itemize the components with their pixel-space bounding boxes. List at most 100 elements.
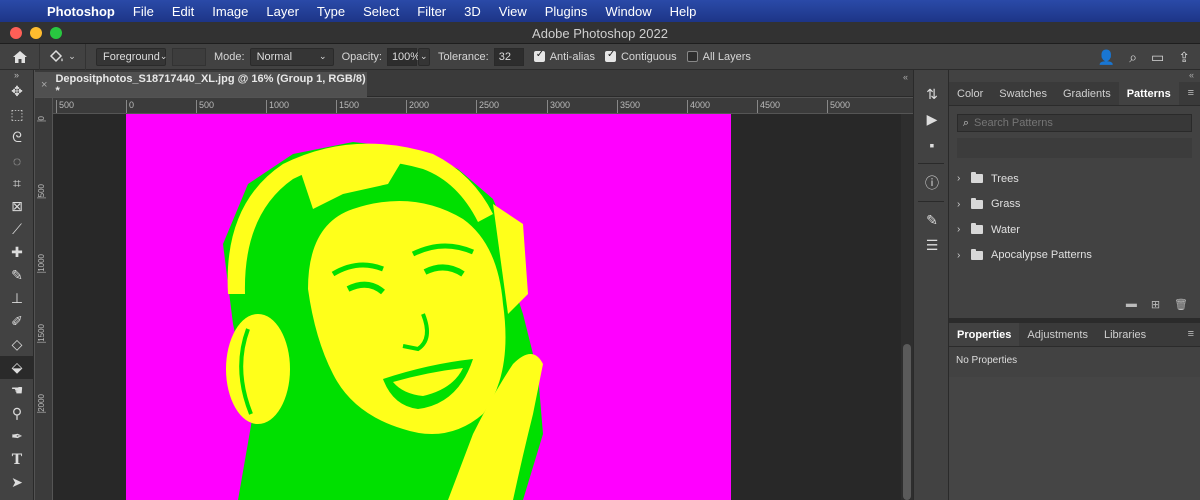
menu-layer[interactable]: Layer — [257, 4, 308, 19]
tab-gradients[interactable]: Gradients — [1055, 82, 1119, 105]
collapse-dock-icon[interactable]: « — [949, 70, 1200, 82]
brush-tool-icon[interactable]: ✎ — [0, 264, 34, 287]
ruler-h-tick: 0 — [126, 100, 134, 113]
close-tab-icon[interactable]: × — [41, 79, 47, 91]
fill-source-value: Foreground — [103, 50, 160, 63]
contiguous-checkbox[interactable] — [604, 49, 616, 62]
menu-file[interactable]: File — [124, 4, 163, 19]
libraries-panel-icon[interactable]: ▪ — [914, 132, 950, 157]
vertical-ruler[interactable]: 0 500 1000 1500 2000 — [35, 98, 53, 500]
trash-icon[interactable]: 🗑 — [1174, 298, 1188, 311]
tolerance-input[interactable]: 32 — [493, 47, 524, 66]
tab-properties[interactable]: Properties — [949, 323, 1020, 346]
menu-plugins[interactable]: Plugins — [536, 4, 597, 19]
pattern-search: ⌕ — [957, 114, 1192, 132]
all-layers-checkbox[interactable] — [686, 51, 698, 62]
list-item[interactable]: › Trees — [949, 166, 1200, 192]
menu-type[interactable]: Type — [308, 4, 354, 19]
history-panel-icon[interactable]: ⇅ — [914, 82, 950, 107]
eyedropper-tool-icon[interactable]: ⟋ — [0, 218, 34, 241]
adjustments-sliders-icon[interactable]: ☰ — [914, 233, 950, 258]
chevron-down-icon: ⌄ — [419, 51, 428, 61]
list-item[interactable]: › Water — [949, 217, 1200, 243]
tab-patterns[interactable]: Patterns — [1118, 82, 1179, 105]
crop-tool-icon[interactable]: ⌗ — [0, 172, 34, 195]
menu-edit[interactable]: Edit — [163, 4, 203, 19]
vertical-scrollbar[interactable] — [901, 114, 913, 500]
brush-settings-icon[interactable]: ✎ — [914, 208, 950, 233]
path-select-tool-icon[interactable]: ➤ — [0, 471, 34, 494]
tab-swatches[interactable]: Swatches — [991, 82, 1055, 105]
ruler-h-tick: 1000 — [266, 100, 289, 113]
folder-icon — [971, 172, 983, 184]
paint-bucket-tool-icon[interactable]: ⬙ — [0, 356, 34, 379]
smudge-tool-icon[interactable]: ☚ — [0, 379, 34, 402]
share-user-icon[interactable]: 👤 — [1098, 49, 1115, 66]
healing-brush-tool-icon[interactable]: ✚ — [0, 241, 34, 264]
menu-window[interactable]: Window — [596, 4, 660, 19]
history-brush-tool-icon[interactable]: ✐ — [0, 310, 34, 333]
panel-menu-icon[interactable]: ≡ — [1188, 87, 1194, 99]
chevron-right-icon[interactable]: › — [957, 199, 967, 210]
home-button[interactable] — [0, 43, 40, 70]
tolerance-label: Tolerance: — [437, 50, 489, 63]
menu-image[interactable]: Image — [203, 4, 257, 19]
frame-tool-icon[interactable]: ⊠ — [0, 195, 34, 218]
mode-select[interactable]: Normal ⌄ — [249, 47, 334, 66]
new-pattern-icon[interactable]: ⊞ — [1151, 298, 1160, 311]
dodge-tool-icon[interactable]: ⚲ — [0, 402, 34, 425]
tab-color[interactable]: Color — [949, 82, 991, 105]
opacity-input[interactable]: 100% — [386, 47, 420, 66]
properties-panel-tabs: Properties Adjustments Libraries ≡ — [949, 323, 1200, 347]
panel-menu-icon[interactable]: ≡ — [1188, 328, 1194, 340]
folder-icon — [971, 248, 983, 260]
pattern-swatch[interactable] — [172, 47, 206, 66]
folder-icon — [971, 223, 983, 235]
clone-stamp-tool-icon[interactable]: ⊥ — [0, 287, 34, 310]
list-item[interactable]: › Grass — [949, 192, 1200, 218]
tool-preset-picker[interactable]: ⌄ — [40, 43, 86, 70]
new-group-icon[interactable]: ▬ — [1126, 298, 1137, 311]
lasso-tool-icon[interactable]: ᘓ — [0, 126, 34, 149]
patterns-panel-tabs: Color Swatches Gradients Patterns ≡ — [949, 82, 1200, 106]
quick-select-tool-icon[interactable]: ◌ — [0, 149, 34, 172]
ruler-h-tick: 500 — [56, 100, 74, 113]
tab-adjustments[interactable]: Adjustments — [1019, 323, 1096, 346]
actions-panel-icon[interactable]: ▶ — [914, 107, 950, 132]
patterns-footer: ▬ ⊞ 🗑 — [1126, 298, 1188, 311]
pen-tool-icon[interactable]: ✒ — [0, 425, 34, 448]
info-panel-icon[interactable]: ⓘ — [914, 170, 950, 195]
marquee-tool-icon[interactable]: ⬚ — [0, 103, 34, 126]
menu-help[interactable]: Help — [661, 4, 706, 19]
document-tab[interactable]: × Depositphotos_S18717440_XL.jpg @ 16% (… — [35, 72, 367, 97]
chevron-right-icon[interactable]: › — [957, 224, 967, 235]
collapse-toolbar-icon[interactable]: » — [0, 70, 33, 80]
folder-label: Grass — [991, 198, 1021, 211]
chevron-right-icon[interactable]: › — [957, 250, 967, 261]
move-tool-icon[interactable]: ✥ — [0, 80, 34, 103]
horizontal-ruler[interactable]: 500 0 500 1000 1500 2000 2500 3000 3500 … — [53, 98, 913, 114]
scrollbar-thumb[interactable] — [903, 344, 911, 500]
menu-app-name[interactable]: Photoshop — [38, 4, 124, 19]
canvas-area[interactable] — [53, 114, 901, 500]
list-item[interactable]: › Apocalypse Patterns — [949, 243, 1200, 269]
share-icon[interactable]: ⇪ — [1178, 49, 1190, 66]
pattern-search-input[interactable] — [974, 117, 1174, 129]
ruler-v-tick: 1500 — [37, 324, 46, 343]
workspace-icon[interactable]: ▭ — [1151, 49, 1164, 66]
opacity-dropdown[interactable]: ⌄ — [417, 47, 430, 66]
menu-view[interactable]: View — [490, 4, 536, 19]
document-image[interactable] — [53, 114, 901, 500]
eraser-tool-icon[interactable]: ◇ — [0, 333, 34, 356]
search-icon[interactable]: ⌕ — [1129, 49, 1137, 66]
type-tool-icon[interactable]: T — [0, 448, 34, 471]
fill-source-select[interactable]: Foreground ⌄ — [96, 47, 167, 66]
menu-filter[interactable]: Filter — [408, 4, 455, 19]
tab-libraries[interactable]: Libraries — [1096, 323, 1154, 346]
menu-select[interactable]: Select — [354, 4, 408, 19]
antialias-checkbox[interactable] — [533, 49, 545, 62]
menu-3d[interactable]: 3D — [455, 4, 490, 19]
collapse-panels-icon[interactable]: « — [903, 72, 908, 82]
chevron-right-icon[interactable]: › — [957, 173, 967, 184]
ruler-h-tick: 5000 — [827, 100, 850, 113]
